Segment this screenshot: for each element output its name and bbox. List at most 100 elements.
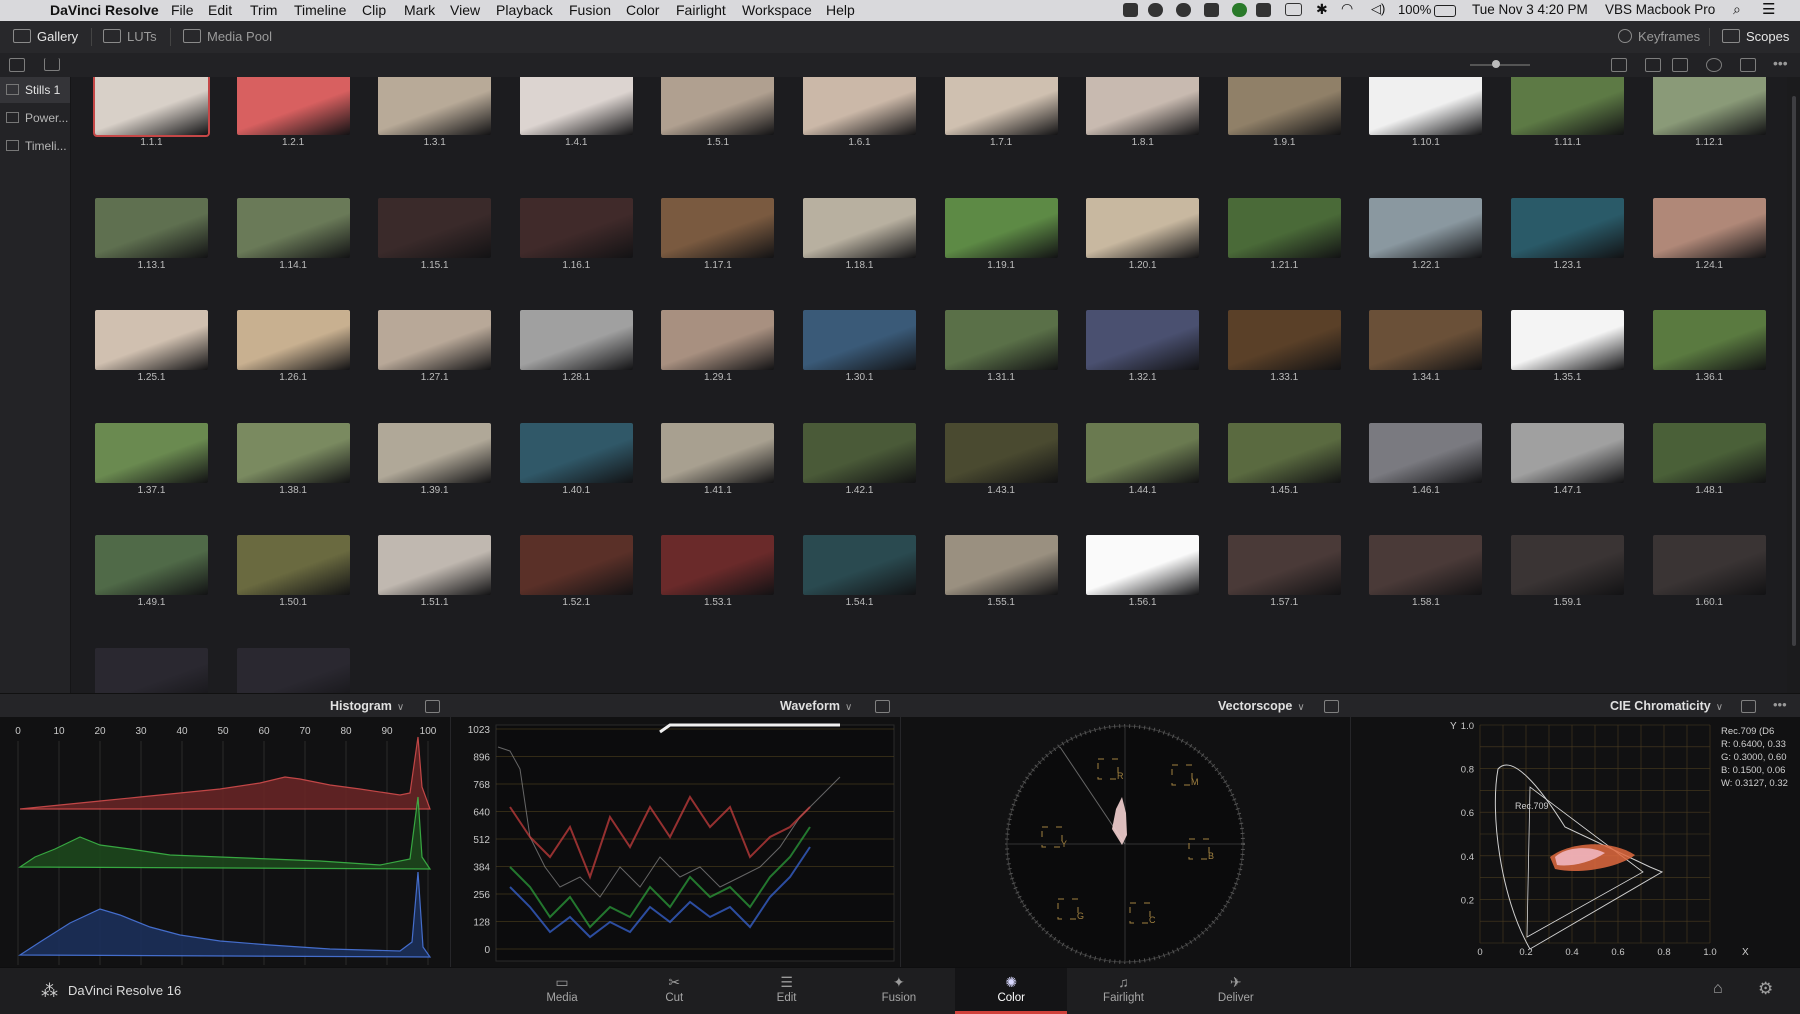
still-thumbnail[interactable] [661,310,775,370]
settings-gear-icon[interactable]: ⚙ [1758,979,1773,999]
still-thumbnail[interactable] [95,422,208,483]
still-thumbnail[interactable] [1511,197,1624,258]
sidebar-item-timeline[interactable]: Timeli... [0,133,70,159]
spotlight-search-icon[interactable]: ⌕ [1733,1,1741,18]
still-thumbnail[interactable] [236,310,350,370]
scopes-button[interactable]: Scopes [1722,21,1789,53]
still-thumbnail[interactable] [1369,197,1483,258]
still-thumbnail[interactable] [519,77,633,135]
still-thumbnail[interactable] [803,77,916,135]
expand-icon[interactable] [1740,58,1756,72]
grab-still-icon[interactable] [44,58,60,71]
waveform-settings-icon[interactable] [875,700,890,713]
still-thumbnail[interactable] [1227,422,1341,483]
status-grid-icon[interactable] [1256,3,1271,17]
menu-trim[interactable]: Trim [250,2,277,18]
menu-help[interactable]: Help [826,2,855,18]
media-pool-button[interactable]: Media Pool [183,21,272,53]
more-options-icon[interactable]: ••• [1773,55,1788,71]
still-thumbnail[interactable] [1086,422,1200,483]
menu-fusion[interactable]: Fusion [569,2,611,18]
still-thumbnail[interactable] [803,422,916,483]
app-menu[interactable]: DaVinci Resolve [50,2,159,18]
status-green-app-icon[interactable] [1232,3,1247,17]
still-thumbnail[interactable] [803,197,916,258]
wifi-icon[interactable]: ◠ [1341,0,1353,17]
histogram-selector[interactable]: Histogram ∨ [330,694,404,718]
still-thumbnail[interactable] [944,197,1058,258]
battery-icon[interactable] [1434,5,1456,17]
vectorscope-settings-icon[interactable] [1324,700,1339,713]
waveform-selector[interactable]: Waveform ∨ [780,694,852,718]
grid-scrollbar[interactable] [1792,96,1796,646]
volume-icon[interactable]: ◁) [1371,1,1385,17]
still-thumbnail[interactable] [378,77,492,135]
still-thumbnail[interactable] [519,310,633,370]
still-thumbnail[interactable] [519,197,633,258]
still-thumbnail[interactable] [1369,535,1483,595]
still-thumbnail[interactable] [95,647,208,693]
still-thumbnail[interactable] [519,535,633,595]
page-tab-deliver[interactable]: ✈ Deliver [1180,968,1292,1014]
still-thumbnail[interactable] [1652,77,1766,135]
status-gear-icon[interactable] [1204,3,1219,17]
still-thumbnail[interactable] [1511,77,1624,135]
still-thumbnail[interactable] [944,77,1058,135]
bluetooth-icon[interactable]: ✱ [1316,1,1328,18]
zoom-slider-handle[interactable] [1492,60,1500,68]
still-thumbnail[interactable] [236,77,350,135]
menu-mark[interactable]: Mark [404,2,435,18]
page-tab-fusion[interactable]: ✦ Fusion [843,968,955,1014]
still-thumbnail[interactable] [661,77,775,135]
still-thumbnail[interactable] [236,647,350,693]
search-icon[interactable] [1706,58,1722,72]
zoom-slider-track[interactable] [1470,64,1530,66]
status-sync-icon[interactable] [1176,3,1191,17]
keyframes-button[interactable]: Keyframes [1618,21,1700,53]
menu-file[interactable]: File [171,2,194,18]
still-thumbnail[interactable] [1227,77,1341,135]
still-thumbnail[interactable] [1086,197,1200,258]
still-thumbnail[interactable] [236,422,350,483]
menu-view[interactable]: View [450,2,480,18]
still-thumbnail[interactable] [1511,535,1624,595]
still-thumbnail[interactable] [1227,310,1341,370]
still-thumbnail[interactable] [944,535,1058,595]
sort-icon[interactable] [1611,58,1627,72]
still-thumbnail[interactable] [95,197,208,258]
still-thumbnail[interactable] [236,197,350,258]
display-icon[interactable] [1285,3,1302,16]
still-thumbnail[interactable] [1369,422,1483,483]
cie-selector[interactable]: CIE Chromaticity ∨ [1610,694,1723,718]
still-thumbnail[interactable] [1652,310,1766,370]
still-thumbnail[interactable] [1511,422,1624,483]
sidebar-item-power-grade[interactable]: Power... [0,105,70,131]
still-thumbnail[interactable] [661,197,775,258]
menu-edit[interactable]: Edit [208,2,232,18]
menu-fairlight[interactable]: Fairlight [676,2,726,18]
clock[interactable]: Tue Nov 3 4:20 PM [1472,2,1588,17]
still-thumbnail[interactable] [1227,535,1341,595]
notification-center-icon[interactable]: ☰ [1762,0,1775,18]
still-thumbnail[interactable] [378,422,492,483]
still-thumbnail[interactable] [95,535,208,595]
still-thumbnail[interactable] [378,310,492,370]
vectorscope-selector[interactable]: Vectorscope ∨ [1218,694,1305,718]
still-thumbnail[interactable] [1652,422,1766,483]
list-view-icon[interactable] [1672,58,1688,72]
still-thumbnail[interactable] [803,310,916,370]
still-thumbnail[interactable] [378,197,492,258]
menu-workspace[interactable]: Workspace [742,2,812,18]
still-thumbnail[interactable] [1652,535,1766,595]
still-thumbnail[interactable] [1086,77,1200,135]
menu-playback[interactable]: Playback [496,2,553,18]
page-tab-media[interactable]: ▭ Media [506,968,618,1014]
still-thumbnail[interactable] [944,422,1058,483]
still-thumbnail[interactable] [944,310,1058,370]
still-thumbnail[interactable] [1369,77,1483,135]
luts-button[interactable]: LUTs [103,21,157,53]
menu-timeline[interactable]: Timeline [294,2,346,18]
still-thumbnail[interactable] [519,422,633,483]
status-creative-cloud-icon[interactable] [1148,3,1163,17]
user-menu[interactable]: VBS Macbook Pro [1605,2,1715,17]
